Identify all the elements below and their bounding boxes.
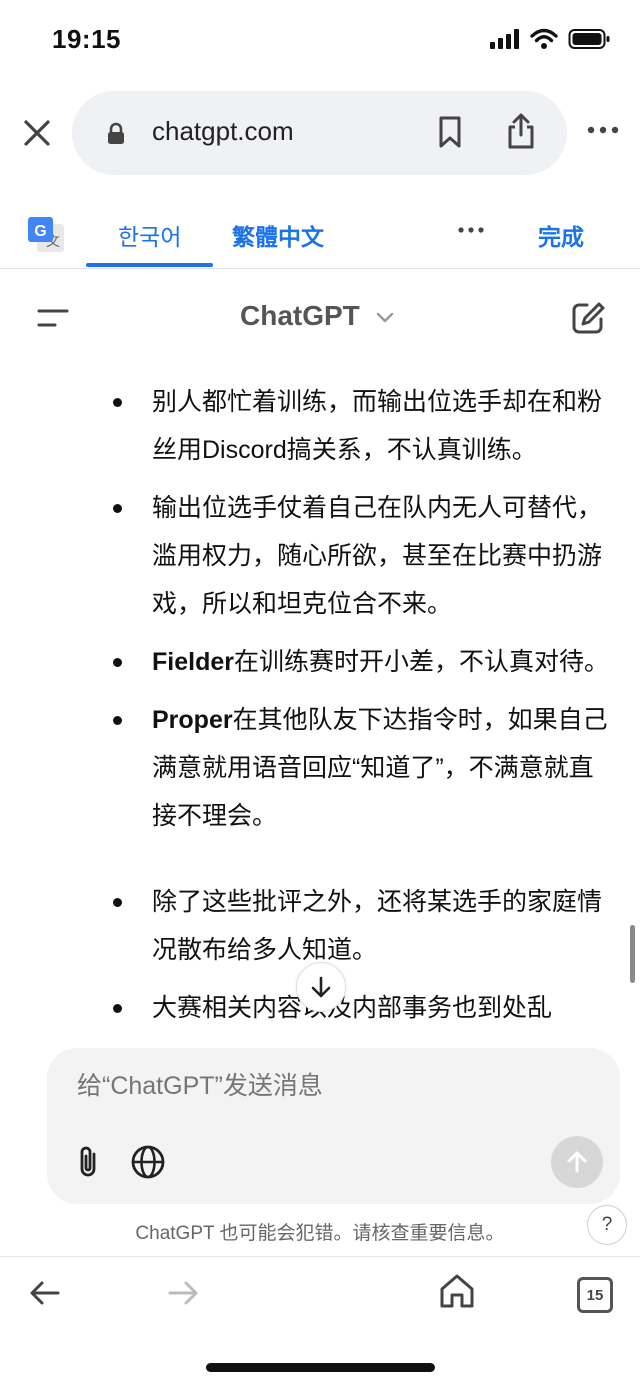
- list-item: 别人都忙着训练，而输出位选手却在和粉丝用Discord搞关系，不认真训练。: [108, 378, 618, 474]
- globe-icon[interactable]: [130, 1144, 166, 1180]
- share-icon[interactable]: [506, 112, 536, 150]
- list-item: 除了这些批评之外，还将某选手的家庭情况散布给多人知道。: [108, 878, 618, 974]
- menu-icon[interactable]: [37, 306, 69, 330]
- translate-more-icon[interactable]: [458, 226, 484, 234]
- scrollbar[interactable]: [630, 925, 635, 983]
- more-options-icon[interactable]: [587, 125, 619, 135]
- tab-korean[interactable]: 한국어: [118, 218, 181, 252]
- item-text: 输出位选手仗着自己在队内无人可替代，滥用权力，随心所欲，甚至在比赛中扔游戏，所以…: [152, 494, 603, 618]
- home-indicator[interactable]: [206, 1363, 435, 1372]
- send-button[interactable]: [551, 1136, 603, 1188]
- bookmark-icon[interactable]: [437, 115, 463, 149]
- status-time: 19:15: [52, 24, 121, 54]
- list-item: 大赛相关内容以及内部事务也到处乱: [108, 984, 618, 1032]
- item-bold: Fielder: [152, 648, 234, 676]
- battery-icon: [568, 29, 610, 49]
- item-text: 别人都忙着训练，而输出位选手却在和粉丝用Discord搞关系，不认真训练。: [152, 388, 603, 464]
- chat-title[interactable]: ChatGPT: [240, 300, 360, 332]
- divider: [0, 268, 640, 269]
- google-translate-icon: 文 G: [28, 217, 64, 252]
- forward-arrow-icon[interactable]: [166, 1276, 200, 1310]
- status-icons: [490, 28, 610, 50]
- address-bar[interactable]: [72, 91, 567, 175]
- back-arrow-icon[interactable]: [28, 1276, 62, 1310]
- item-text: 除了这些批评之外，还将某选手的家庭情况散布给多人知道。: [152, 888, 603, 964]
- chevron-down-icon[interactable]: [376, 310, 394, 324]
- close-icon[interactable]: [18, 114, 56, 152]
- help-button[interactable]: ?: [587, 1205, 627, 1245]
- list-item: Proper在其他队友下达指令时，如果自己满意就用语音回应“知道了”，不满意就直…: [108, 696, 618, 840]
- message-content: 别人都忙着训练，而输出位选手却在和粉丝用Discord搞关系，不认真训练。 输出…: [108, 378, 618, 1032]
- active-tab-indicator: [86, 263, 213, 267]
- item-text: 在训练赛时开小差，不认真对待。: [233, 648, 609, 676]
- disclaimer-text: ChatGPT 也可能会犯错。请核查重要信息。: [135, 1223, 505, 1244]
- signal-icon: [490, 29, 519, 49]
- new-chat-icon[interactable]: [570, 300, 606, 336]
- divider: [0, 1256, 640, 1257]
- list-item: Fielder在训练赛时开小差，不认真对待。: [108, 638, 618, 686]
- arrow-up-icon: [567, 1151, 587, 1173]
- list-item: 输出位选手仗着自己在队内无人可替代，滥用权力，随心所欲，甚至在比赛中扔游戏，所以…: [108, 484, 618, 628]
- tab-traditional-chinese[interactable]: 繁體中文: [232, 218, 324, 252]
- item-text: 大赛相关内容以及内部事务也到处乱: [152, 994, 553, 1022]
- item-bold: Proper: [152, 706, 233, 734]
- svg-text:G: G: [34, 223, 46, 240]
- message-input[interactable]: [77, 1072, 537, 1101]
- attachment-icon[interactable]: [74, 1144, 102, 1180]
- scroll-down-button[interactable]: [296, 962, 346, 1012]
- home-icon[interactable]: [438, 1272, 476, 1310]
- lock-icon: [108, 122, 124, 144]
- url-text[interactable]: chatgpt.com: [152, 116, 294, 147]
- done-button[interactable]: 完成: [538, 218, 584, 252]
- arrow-down-icon: [311, 976, 331, 998]
- tab-switcher-button[interactable]: 15: [577, 1277, 613, 1313]
- wifi-icon: [530, 28, 558, 49]
